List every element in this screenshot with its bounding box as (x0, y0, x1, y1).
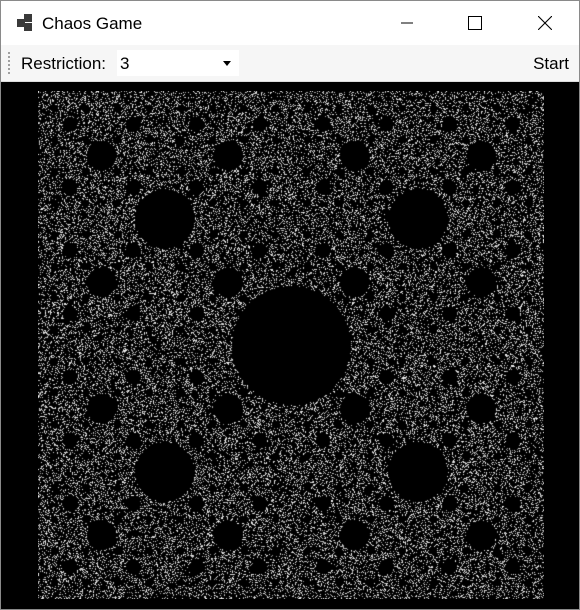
restriction-value: 3 (120, 54, 130, 73)
start-button[interactable]: Start (533, 53, 569, 75)
toolbar-grip-icon[interactable] (8, 51, 11, 75)
title-bar[interactable]: Chaos Game (1, 1, 579, 45)
fractal-canvas-area (1, 82, 579, 609)
app-window: Chaos Game Restriction: 3 Start (0, 0, 580, 610)
maximize-icon (468, 16, 482, 30)
fractal-canvas (38, 91, 544, 599)
minimize-icon (401, 22, 413, 24)
minimize-button[interactable] (377, 1, 437, 45)
close-icon (538, 16, 552, 30)
restriction-dropdown[interactable]: 3 (117, 50, 239, 76)
restriction-label: Restriction: (21, 54, 107, 73)
chevron-down-icon (223, 61, 231, 66)
app-icon (17, 14, 32, 31)
window-title: Chaos Game (42, 14, 143, 33)
close-button[interactable] (515, 1, 575, 45)
maximize-button[interactable] (445, 1, 505, 45)
toolbar: Restriction: 3 Start (1, 45, 579, 82)
